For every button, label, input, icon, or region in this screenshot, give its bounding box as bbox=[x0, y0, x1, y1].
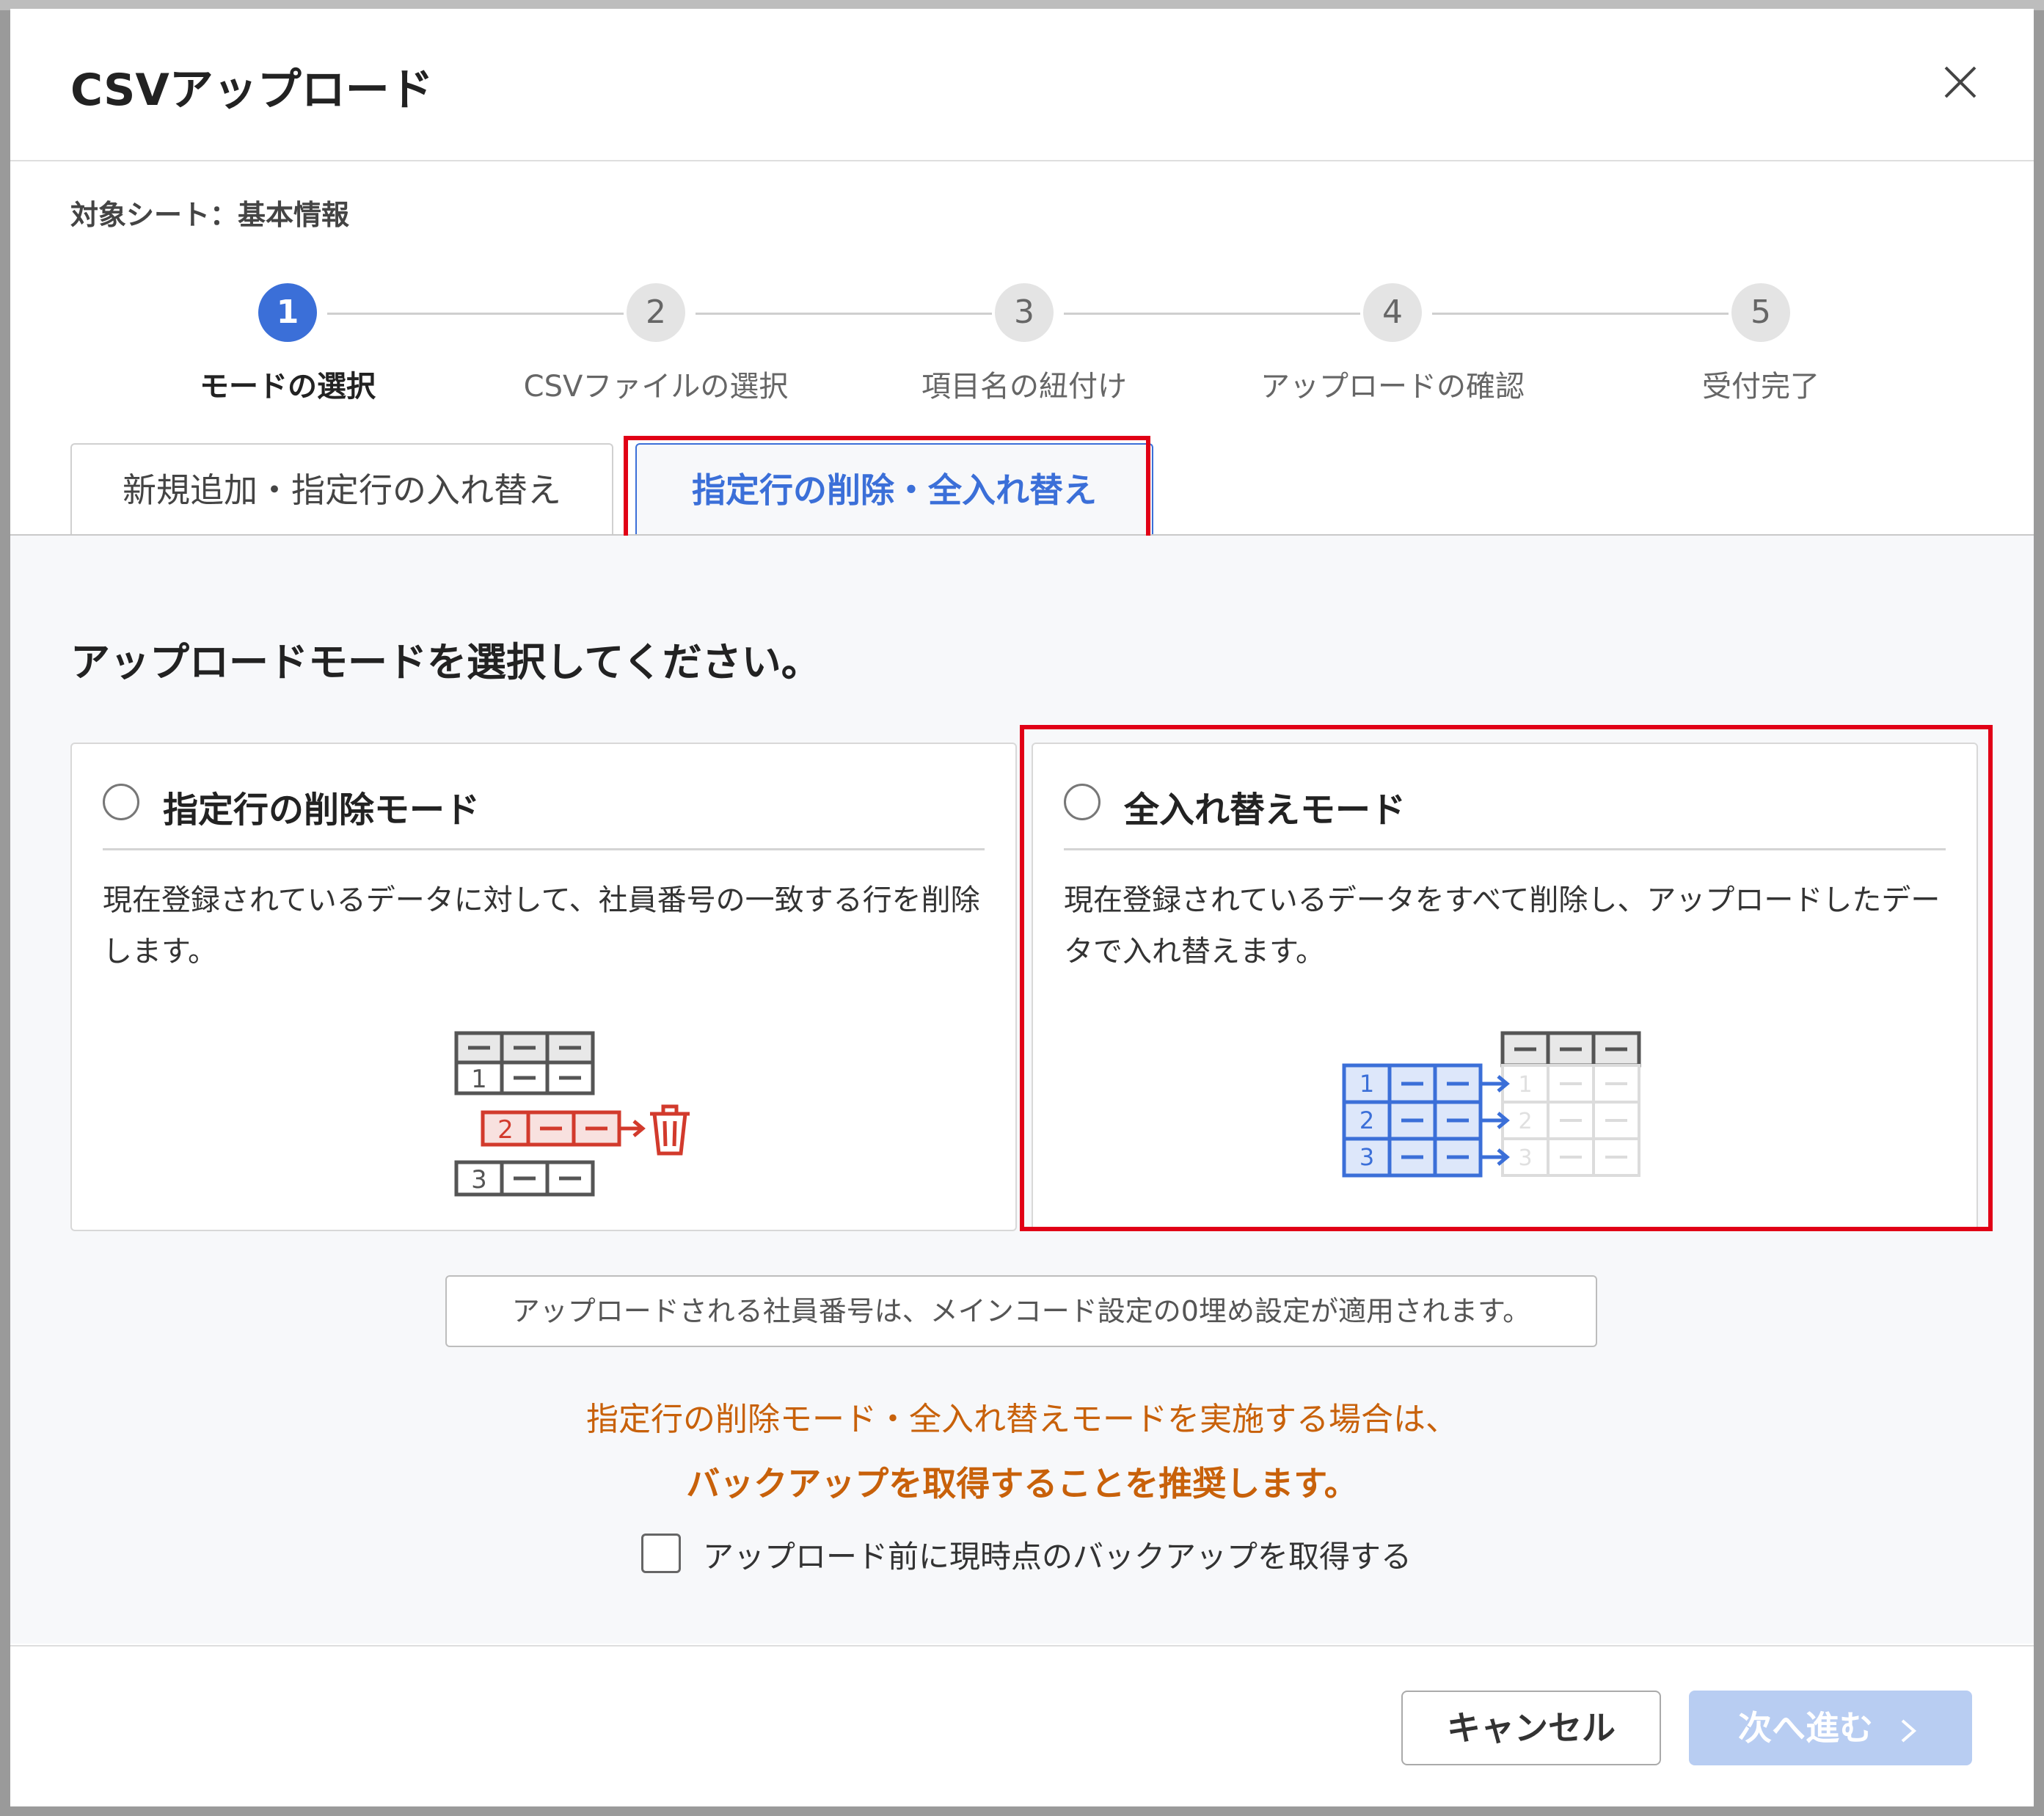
delete-row-1-number: 1 bbox=[471, 1065, 487, 1094]
step-label: アップロードの確認 bbox=[1260, 370, 1525, 404]
backup-checkbox-label[interactable]: アップロード前に現時点のバックアップを取得する bbox=[703, 1532, 1412, 1577]
step-number: 4 bbox=[1363, 283, 1422, 342]
csv-upload-dialog: CSVアップロード 対象シート：基本情報 1 モードの選択 2 CSVファイルの… bbox=[10, 9, 2034, 1806]
cancel-button[interactable]: キャンセル bbox=[1401, 1691, 1661, 1765]
dialog-title: CSVアップロード bbox=[70, 65, 434, 116]
step-number: 5 bbox=[1731, 283, 1790, 342]
replace-all-mode-description: 現在登録されているデータをすべて削除し、アップロードしたデータで入れ替えます。 bbox=[1064, 883, 1941, 969]
dialog-header: CSVアップロード bbox=[10, 9, 2034, 161]
backup-warning-line1: 指定行の削除モード・全入れ替えモードを実施する場合は、 bbox=[586, 1401, 1458, 1438]
step-2: 2 CSVファイルの選択 bbox=[509, 266, 803, 405]
backup-checkbox[interactable] bbox=[641, 1534, 681, 1573]
mode-header: 指定行の削除モード bbox=[103, 775, 985, 850]
old-row-1-number: 1 bbox=[1518, 1072, 1532, 1098]
step-3: 3 項目名の紐付け bbox=[877, 266, 1171, 405]
step-number: 1 bbox=[258, 283, 317, 342]
chevron-right-icon bbox=[1901, 1718, 1917, 1743]
step-label: 受付完了 bbox=[1702, 370, 1819, 404]
tab-add-replace[interactable]: 新規追加・指定行の入れ替え bbox=[70, 443, 613, 534]
stepper: 1 モードの選択 2 CSVファイルの選択 3 項目名の紐付け 4 アップロード… bbox=[10, 266, 2034, 412]
delete-rows-illustration: 1 3 2 bbox=[454, 1031, 690, 1197]
new-row-3-number: 3 bbox=[1359, 1143, 1374, 1171]
trash-icon bbox=[650, 1104, 690, 1156]
step-label: モードの選択 bbox=[200, 370, 376, 404]
mode-header: 全入れ替えモード bbox=[1064, 775, 1946, 850]
step-1: 1 モードの選択 bbox=[141, 266, 434, 405]
new-row-1-number: 1 bbox=[1359, 1070, 1374, 1098]
step-number: 2 bbox=[627, 283, 685, 342]
next-button[interactable]: 次へ進む bbox=[1689, 1691, 1972, 1765]
target-sheet-label: 対象シート：基本情報 bbox=[70, 199, 350, 231]
replace-all-mode-title: 全入れ替えモード bbox=[1124, 790, 1406, 831]
old-row-3-number: 3 bbox=[1518, 1145, 1532, 1171]
next-button-label: 次へ進む bbox=[1737, 1708, 1873, 1748]
close-icon bbox=[1944, 66, 1977, 98]
delete-row-2-number: 2 bbox=[497, 1115, 514, 1145]
delete-row-3-number: 3 bbox=[471, 1165, 487, 1195]
zero-padding-info: アップロードされる社員番号は、メインコード設定の0埋め設定が適用されます。 bbox=[445, 1275, 1597, 1347]
mode-prompt: アップロードモードを選択してください。 bbox=[70, 639, 821, 685]
new-row-2-number: 2 bbox=[1359, 1106, 1374, 1134]
close-button[interactable] bbox=[1938, 60, 1982, 104]
replace-all-mode-card[interactable]: 全入れ替えモード 現在登録されているデータをすべて削除し、アップロードしたデータ… bbox=[1032, 743, 1978, 1231]
dialog-footer: キャンセル 次へ進む bbox=[10, 1645, 2034, 1806]
replace-all-illustration: 1 2 3 1 2 3 bbox=[1342, 1031, 1641, 1178]
delete-mode-description: 現在登録されているデータに対して、社員番号の一致する行を削除します。 bbox=[103, 883, 980, 969]
tab-delete-replace-all[interactable]: 指定行の削除・全入れ替え bbox=[635, 443, 1153, 534]
step-number: 3 bbox=[995, 283, 1054, 342]
delete-mode-radio[interactable] bbox=[103, 784, 139, 820]
step-label: CSVファイルの選択 bbox=[523, 370, 789, 404]
backup-warning-line2: バックアップを取得することを推奨します。 bbox=[686, 1464, 1358, 1503]
delete-mode-title: 指定行の削除モード bbox=[163, 790, 481, 831]
step-5: 5 受付完了 bbox=[1614, 266, 1908, 405]
mode-tabs: 新規追加・指定行の入れ替え 指定行の削除・全入れ替え bbox=[10, 443, 2034, 536]
step-4: 4 アップロードの確認 bbox=[1246, 266, 1539, 405]
delete-mode-card[interactable]: 指定行の削除モード 現在登録されているデータに対して、社員番号の一致する行を削除… bbox=[70, 743, 1017, 1231]
old-row-2-number: 2 bbox=[1518, 1109, 1532, 1134]
mode-selection-panel: アップロードモードを選択してください。 指定行の削除モード 現在登録されているデ… bbox=[10, 536, 2034, 1644]
replace-all-mode-radio[interactable] bbox=[1064, 784, 1101, 820]
step-label: 項目名の紐付け bbox=[921, 370, 1127, 404]
